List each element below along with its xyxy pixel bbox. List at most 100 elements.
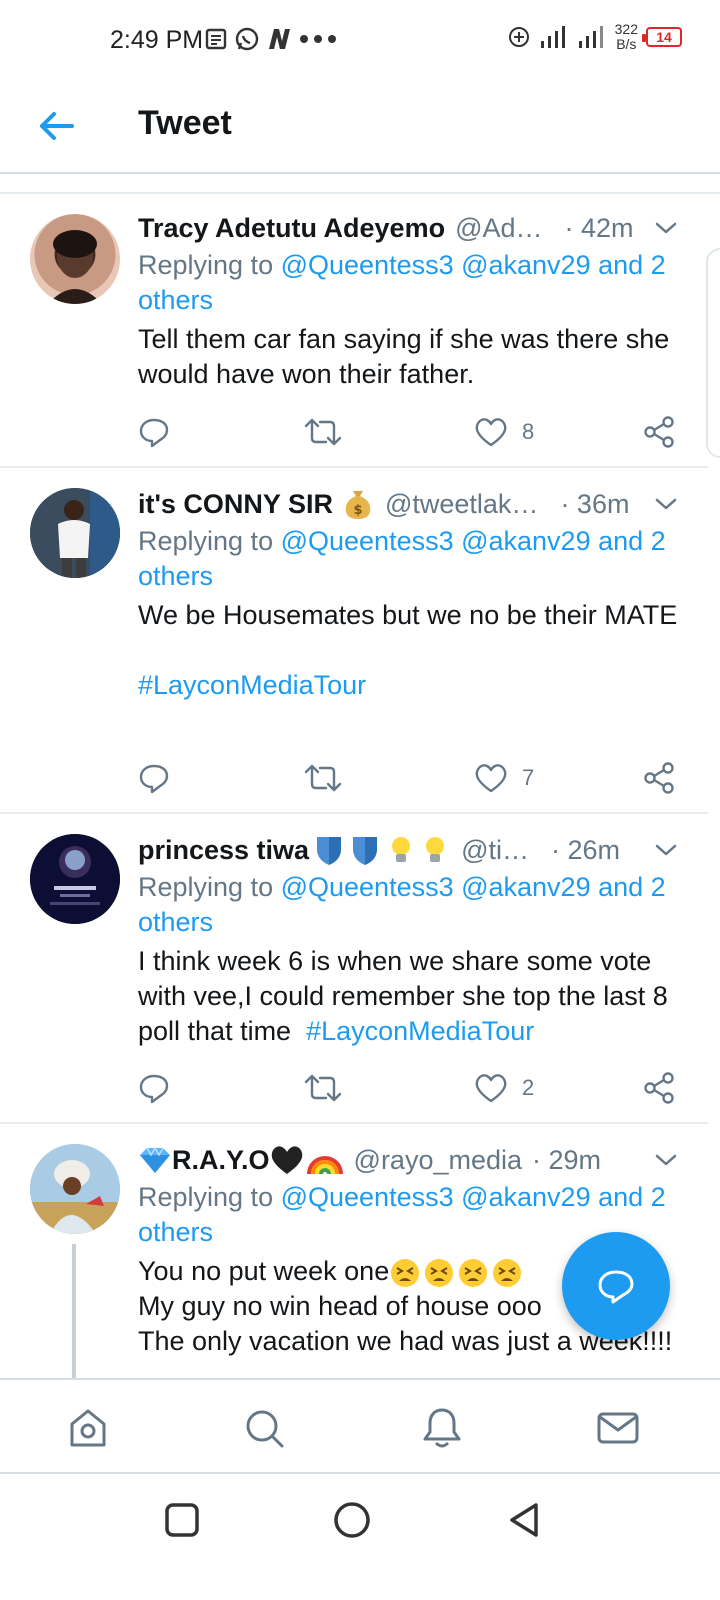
nav-notifications[interactable] (420, 1406, 464, 1450)
tweet-text: We be Housemates but we no be their MATE… (138, 600, 678, 700)
shield-shield-bulb-bulb-emoji (317, 837, 445, 865)
hashtag-link[interactable]: #LayconMediaTour (138, 670, 366, 700)
retweet-button[interactable] (304, 1070, 342, 1106)
status-bar: 2:49 PM 322 B/s 14 (0, 0, 720, 78)
tweet[interactable]: it's CONNY SIR $ @tweetlak… · 36m Replyi… (0, 468, 708, 812)
chevron-down-icon[interactable] (654, 216, 678, 240)
share-button[interactable] (642, 1070, 676, 1106)
tweet[interactable]: Tracy Adetutu Adeyemo @Ad… · 42m Replyin… (0, 194, 708, 466)
status-left-icons (204, 26, 338, 52)
user-handle[interactable]: @Ad… (455, 213, 542, 244)
chevron-down-icon[interactable] (654, 492, 678, 516)
retweet-icon (304, 418, 342, 446)
tweet-text: Tell them car fan saying if she was ther… (138, 324, 677, 389)
user-name[interactable]: it's CONNY SIR (138, 489, 333, 520)
whatsapp-icon (235, 27, 259, 51)
retweet-icon (304, 764, 342, 792)
system-back-button[interactable] (504, 1500, 544, 1540)
nav-search[interactable] (242, 1406, 286, 1450)
back-arrow-icon (40, 112, 74, 140)
tweet-actions: 2 (138, 1070, 678, 1110)
scroll-edge-indicator (706, 248, 720, 458)
retweet-button[interactable] (304, 414, 342, 450)
chevron-down-icon[interactable] (654, 1148, 678, 1172)
reply-icon (139, 1074, 169, 1104)
svg-text:$: $ (353, 503, 362, 518)
recents-icon (165, 1503, 199, 1537)
compose-reply-icon (598, 1270, 634, 1304)
user-handle[interactable]: @rayo_media (354, 1145, 523, 1176)
tweet-content: princess tiwa @ti… · 26m Replying to @Qu… (138, 832, 678, 1049)
money-bag-emoji: $ (345, 491, 371, 519)
share-button[interactable] (642, 414, 676, 450)
tweet-header: it's CONNY SIR $ @tweetlak… · 36m (138, 486, 678, 522)
nav-home[interactable] (66, 1406, 110, 1450)
tweet-time: · 26m (551, 834, 621, 865)
home-icon (70, 1409, 106, 1447)
chevron-down-icon[interactable] (654, 838, 678, 862)
tweet[interactable]: princess tiwa @ti… · 26m Replying to @Qu… (0, 814, 708, 1122)
avatar-image (30, 488, 120, 578)
like-button[interactable]: 7 (474, 760, 534, 796)
notes-icon (205, 28, 227, 50)
user-name[interactable]: Tracy Adetutu Adeyemo (138, 213, 445, 244)
tweet-header: princess tiwa @ti… · 26m (138, 832, 678, 868)
avatar[interactable] (30, 1144, 120, 1234)
search-icon (246, 1410, 284, 1448)
tweet-time: · 42m (564, 212, 634, 243)
tweet-time: · 36m (560, 488, 630, 519)
user-handle[interactable]: @ti… (461, 835, 529, 866)
reply-button[interactable] (138, 760, 170, 796)
user-name[interactable]: princess tiwa (138, 835, 309, 866)
signal-icon (578, 26, 603, 48)
tweet-header: Tracy Adetutu Adeyemo @Ad… · 42m (138, 210, 678, 246)
reply-button[interactable] (138, 1070, 170, 1106)
avatar-image (48, 230, 102, 304)
back-triangle-icon (510, 1503, 538, 1537)
like-icon (475, 764, 507, 793)
user-name[interactable]: R.A.Y.O (172, 1145, 270, 1176)
like-count: 7 (522, 765, 535, 790)
status-right-icons: 322 B/s 14 (507, 22, 682, 52)
avatar[interactable] (30, 214, 120, 304)
recents-button[interactable] (162, 1500, 202, 1540)
data-saver-icon (508, 27, 529, 47)
tweet-time: · 29m (532, 1144, 602, 1175)
like-button[interactable]: 2 (474, 1070, 534, 1106)
share-icon (644, 1072, 674, 1104)
messages-icon (597, 1412, 639, 1444)
user-handle[interactable]: @tweetlak… (385, 489, 538, 520)
replying-to: Replying to @Queentess3 @akanv29 and 2 o… (138, 526, 666, 591)
like-count: 8 (522, 419, 535, 444)
back-button[interactable] (36, 106, 80, 146)
system-nav-bar (0, 1476, 720, 1600)
avatar-image (30, 1144, 120, 1234)
signal-icon (540, 26, 565, 48)
reply-button[interactable] (138, 414, 170, 450)
compose-reply-button[interactable] (562, 1232, 670, 1340)
tweet-content: Tracy Adetutu Adeyemo @Ad… · 42m Replyin… (138, 210, 678, 392)
retweet-icon (304, 1074, 342, 1102)
tweet-content: it's CONNY SIR $ @tweetlak… · 36m Replyi… (138, 486, 678, 703)
tweet-actions: 7 (138, 760, 678, 800)
nav-messages[interactable] (596, 1406, 640, 1450)
notifications-icon (423, 1408, 461, 1448)
share-button[interactable] (642, 760, 676, 796)
system-home-button[interactable] (332, 1500, 372, 1540)
hashtag-link[interactable]: #LayconMediaTour (306, 1016, 534, 1046)
avatar[interactable] (30, 834, 120, 924)
diamond-emoji (140, 1146, 170, 1173)
avatar[interactable] (30, 488, 120, 578)
home-circle-icon (334, 1502, 370, 1538)
like-icon (475, 1074, 507, 1103)
tired-face-emoji-row (391, 1258, 522, 1287)
reply-icon (139, 418, 169, 448)
page-title: Tweet (138, 104, 232, 142)
reply-icon (139, 764, 169, 794)
like-button[interactable]: 8 (474, 414, 534, 450)
retweet-button[interactable] (304, 760, 342, 796)
thread-line (72, 1244, 76, 1378)
tweet-actions: 8 (138, 414, 678, 454)
black-heart-emoji (271, 1146, 302, 1174)
rainbow-emoji (306, 1156, 343, 1175)
